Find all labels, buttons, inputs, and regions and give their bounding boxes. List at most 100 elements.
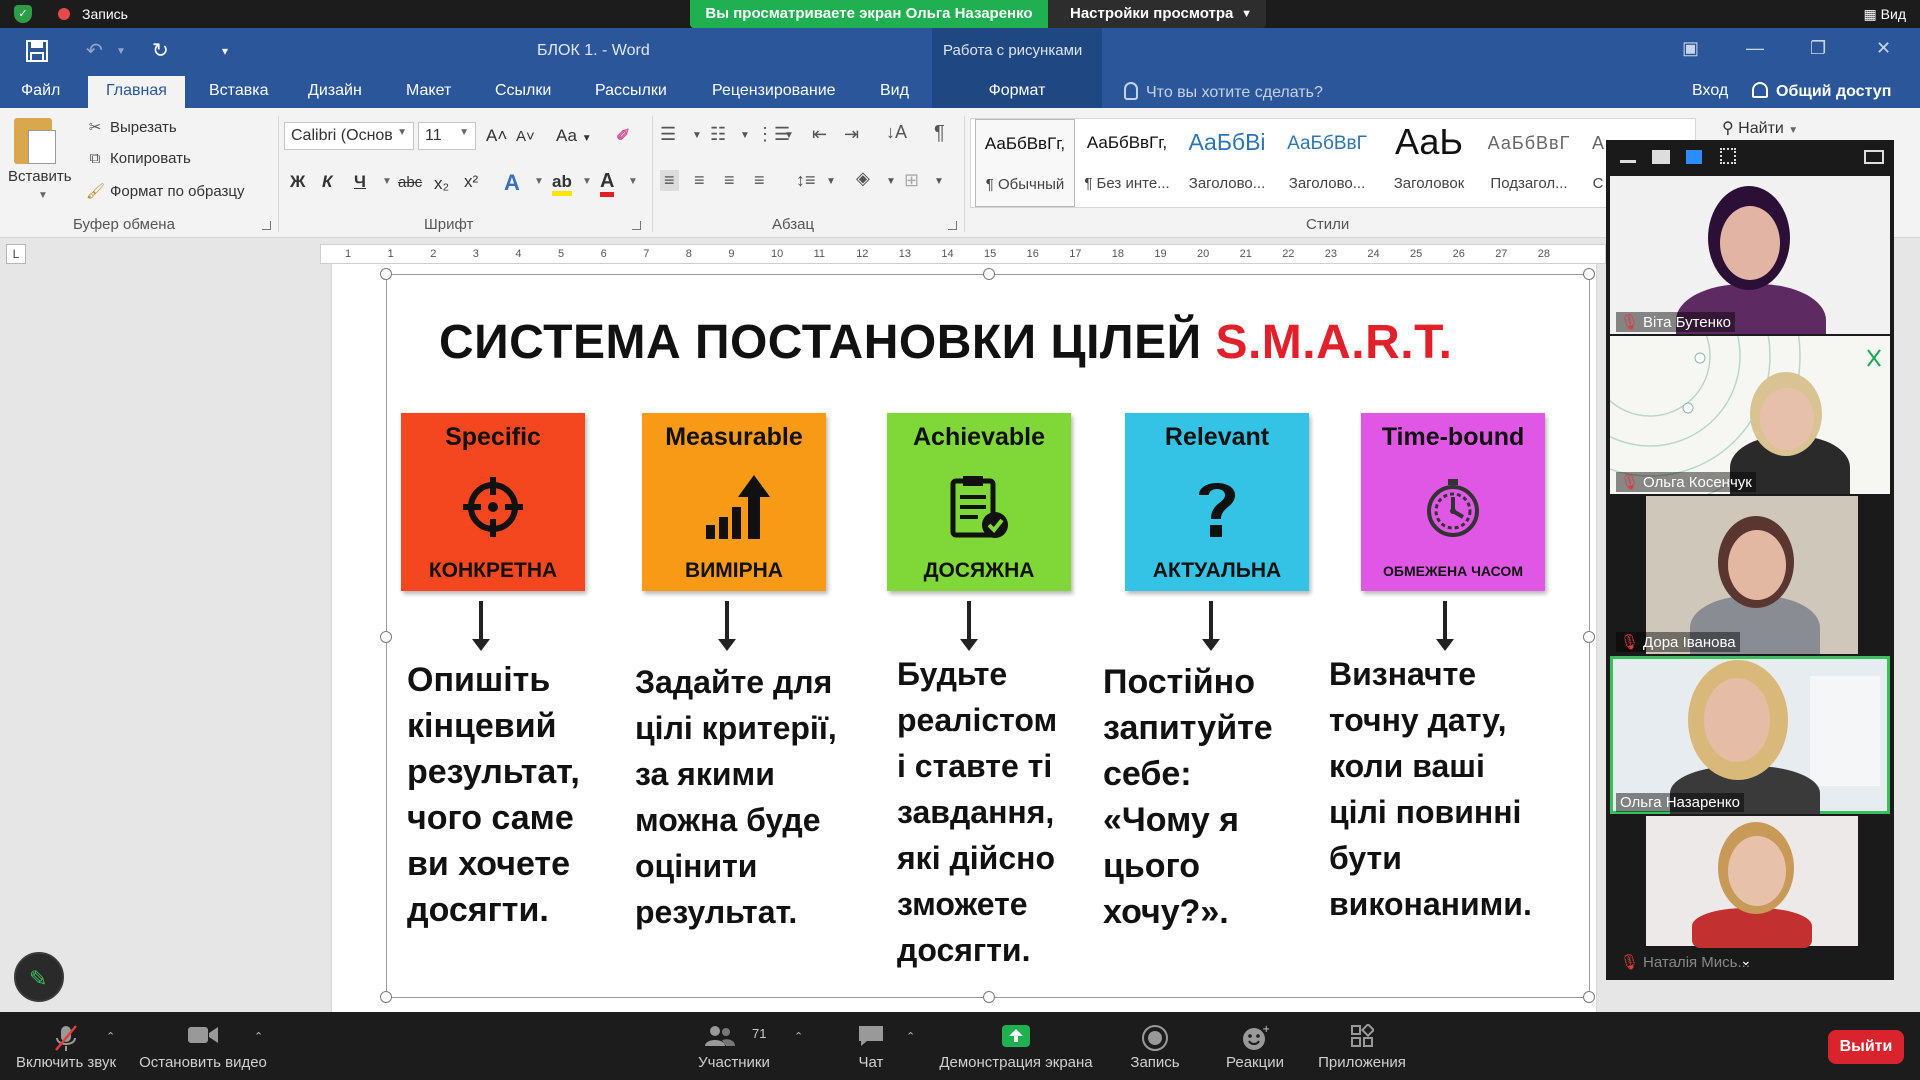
subscript-icon[interactable]: x₂ xyxy=(434,174,449,194)
shrink-font-icon[interactable]: A˅ xyxy=(516,128,535,145)
cut-button[interactable]: ✂ Вырезать xyxy=(86,118,177,136)
tell-me-box[interactable]: Что вы хотите сделать? xyxy=(1124,82,1323,102)
numbering-icon[interactable]: ☷ xyxy=(710,124,726,145)
tab-home[interactable]: Главная xyxy=(88,76,185,108)
shading-icon[interactable]: ◈ xyxy=(856,168,870,189)
participant-tile-speaking[interactable]: Ольга Назаренко xyxy=(1610,656,1890,814)
stop-video-button[interactable]: Остановить видео xyxy=(136,1012,270,1080)
bold-icon[interactable]: Ж xyxy=(290,172,305,192)
security-shield-icon[interactable]: ✓ xyxy=(14,5,32,23)
tab-insert[interactable]: Вставка xyxy=(209,82,268,100)
borders-icon[interactable]: ⊞ xyxy=(904,170,919,191)
minimize-panel-icon[interactable] xyxy=(1620,160,1636,163)
paste-icon[interactable] xyxy=(14,118,56,164)
decrease-indent-icon[interactable]: ⇤ xyxy=(812,124,827,145)
participant-tile[interactable]: 🎙 Наталія Мись... ⌄ xyxy=(1610,816,1890,974)
chevron-down-icon[interactable]: ▼ xyxy=(784,130,794,141)
chevron-down-icon[interactable]: ▼ xyxy=(534,176,544,187)
paragraph-launcher-icon[interactable] xyxy=(948,221,957,230)
resize-handle[interactable] xyxy=(380,631,392,643)
login-link[interactable]: Вход xyxy=(1692,82,1728,100)
apps-button[interactable]: Приложения xyxy=(1312,1012,1412,1080)
strikethrough-icon[interactable]: abc xyxy=(398,174,422,191)
tab-mailings[interactable]: Рассылки xyxy=(595,82,667,100)
chevron-down-icon[interactable]: ▼ xyxy=(582,176,592,187)
undo-icon[interactable]: ↶ xyxy=(86,38,103,63)
view-button[interactable]: ▦ Вид xyxy=(1864,6,1906,23)
repeat-icon[interactable]: ↻ xyxy=(152,38,169,63)
align-center-icon[interactable]: ≡ xyxy=(694,170,705,191)
style-no-spacing[interactable]: АаБбВвГг, ¶ Без инте... xyxy=(1077,119,1177,207)
chevron-down-icon[interactable]: ▼ xyxy=(934,176,944,187)
leave-button[interactable]: Выйти xyxy=(1828,1030,1904,1064)
copy-button[interactable]: ⧉ Копировать xyxy=(86,150,191,167)
participant-tile[interactable]: 🎙 Віта Бутенко xyxy=(1610,176,1890,334)
chevron-down-icon[interactable]: ⌄ xyxy=(1740,952,1752,969)
horizontal-ruler[interactable]: 1 1 2 3 4 5 6 7 8 9 10 11 12 13 14 15 16 17 18 19 20 21 22 23 24… xyxy=(320,244,1606,264)
tab-format[interactable]: Формат xyxy=(932,76,1102,108)
resize-handle[interactable] xyxy=(1583,631,1595,643)
increase-indent-icon[interactable]: ⇥ xyxy=(844,124,859,145)
close-icon[interactable]: ✕ xyxy=(1876,38,1891,59)
minimize-icon[interactable]: — xyxy=(1746,38,1764,59)
font-size-combo[interactable]: 11 ▼ xyxy=(418,122,476,150)
tab-selector[interactable]: L xyxy=(6,244,26,264)
smart-picture[interactable]: СИСТЕМА ПОСТАНОВКИ ЦІЛЕЙ S.M.A.R.T. Spec… xyxy=(380,268,1595,1003)
resize-handle[interactable] xyxy=(380,991,392,1003)
show-formatting-icon[interactable]: ¶ xyxy=(934,122,945,145)
ribbon-display-icon[interactable]: ▣ xyxy=(1682,38,1699,59)
chat-caret-icon[interactable]: ⌃ xyxy=(906,1030,915,1043)
share-screen-button[interactable]: Демонстрация экрана xyxy=(934,1012,1098,1080)
undo-dropdown-icon[interactable]: ▼ xyxy=(116,46,126,57)
find-button[interactable]: ⚲ Найти ▼ xyxy=(1722,118,1798,138)
font-launcher-icon[interactable] xyxy=(632,221,641,230)
change-case-button[interactable]: Аа ▼ xyxy=(556,126,592,146)
video-options-caret-icon[interactable]: ⌃ xyxy=(254,1030,263,1043)
annotate-button[interactable]: ✎ xyxy=(14,952,64,1002)
align-left-icon[interactable]: ≡ xyxy=(660,170,679,191)
participant-tile[interactable]: 🎙 Ольга Косенчук xyxy=(1610,336,1890,494)
sort-icon[interactable]: ↓A xyxy=(886,122,907,143)
paste-button[interactable]: Вставить xyxy=(8,168,72,185)
italic-icon[interactable]: К xyxy=(322,172,332,192)
gallery-view-icon[interactable] xyxy=(1720,148,1736,164)
chevron-down-icon[interactable]: ▼ xyxy=(886,176,896,187)
paste-dropdown-icon[interactable]: ▼ xyxy=(38,190,48,201)
resize-handle[interactable] xyxy=(380,268,392,280)
format-painter-button[interactable]: 🖌 Формат по образцу xyxy=(86,182,245,200)
chevron-down-icon[interactable]: ▼ xyxy=(692,130,702,141)
customize-toolbar-icon[interactable]: ▾ xyxy=(222,44,228,58)
highlight-icon[interactable]: ab xyxy=(552,172,572,196)
tab-file[interactable]: Файл xyxy=(21,82,60,100)
chat-button[interactable]: Чат xyxy=(840,1012,902,1080)
style-heading-1[interactable]: АаБбВі Заголово... xyxy=(1177,119,1277,207)
tab-review[interactable]: Рецензирование xyxy=(712,82,836,100)
resize-handle[interactable] xyxy=(1583,991,1595,1003)
single-view-icon[interactable] xyxy=(1652,150,1670,164)
clear-formatting-icon[interactable]: ✐ xyxy=(616,126,630,146)
tab-design[interactable]: Дизайн xyxy=(308,82,362,100)
grow-font-icon[interactable]: A˄ xyxy=(486,126,507,146)
resize-handle[interactable] xyxy=(983,991,995,1003)
strip-view-icon[interactable] xyxy=(1686,150,1702,164)
font-color-icon[interactable]: A xyxy=(600,170,615,197)
reactions-button[interactable]: + Реакции xyxy=(1222,1012,1288,1080)
record-button[interactable]: Запись xyxy=(1124,1012,1186,1080)
chevron-down-icon[interactable]: ▼ xyxy=(826,176,836,187)
clipboard-launcher-icon[interactable] xyxy=(262,221,271,230)
resize-handle[interactable] xyxy=(1583,268,1595,280)
style-subtitle[interactable]: АаБбВвГ Подзагол... xyxy=(1479,119,1579,207)
text-effects-icon[interactable]: A xyxy=(504,170,520,196)
participants-caret-icon[interactable]: ⌃ xyxy=(794,1030,803,1043)
bullets-icon[interactable]: ☰ xyxy=(660,124,676,145)
participants-button[interactable]: 71 Участники xyxy=(690,1012,778,1080)
underline-icon[interactable]: Ч xyxy=(354,172,366,192)
align-right-icon[interactable]: ≡ xyxy=(724,170,735,191)
audio-options-caret-icon[interactable]: ⌃ xyxy=(106,1030,115,1043)
pop-out-icon[interactable] xyxy=(1864,150,1884,164)
save-icon[interactable] xyxy=(26,40,48,62)
tab-layout[interactable]: Макет xyxy=(406,82,451,100)
style-heading-2[interactable]: АаБбВвГ Заголово... xyxy=(1277,119,1377,207)
tab-view[interactable]: Вид xyxy=(880,82,909,100)
tab-references[interactable]: Ссылки xyxy=(495,82,551,100)
